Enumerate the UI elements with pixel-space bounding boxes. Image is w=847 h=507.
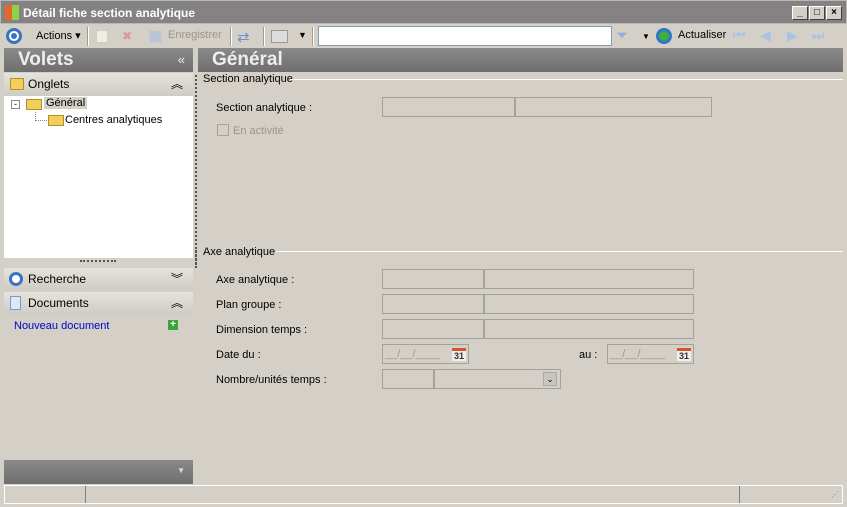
collapse-documents-icon[interactable]: ︽ <box>171 292 183 314</box>
folder-icon <box>10 78 24 90</box>
resize-grip-icon[interactable]: ⋰ <box>831 490 839 499</box>
dimension-code-field[interactable] <box>382 319 484 339</box>
onglets-header[interactable]: Onglets ︽ <box>4 73 193 96</box>
recherche-header[interactable]: Recherche ︾ <box>4 268 193 291</box>
main-title: Général <box>212 49 283 70</box>
status-cell <box>5 486 86 503</box>
print-dropdown-icon[interactable]: ▼ <box>298 30 307 40</box>
axe-code-field[interactable] <box>382 269 484 289</box>
tabs-tree: - Général Centres analytiques <box>4 96 193 258</box>
new-document-link[interactable]: Nouveau document <box>14 320 109 332</box>
tree-collapse-icon[interactable]: - <box>11 100 20 109</box>
filter-dropdown-icon[interactable]: ▼ <box>642 32 650 41</box>
panel-footer: ▼ <box>4 460 193 484</box>
search-target-icon <box>9 272 23 286</box>
new-icon[interactable] <box>96 30 108 43</box>
chevron-down-icon[interactable]: ⌄ <box>543 372 557 386</box>
expand-recherche-icon[interactable]: ︾ <box>171 268 183 290</box>
plan-code-field[interactable] <box>382 294 484 314</box>
section-code-field[interactable] <box>382 97 515 117</box>
calendar-icon[interactable]: 31 <box>452 348 466 361</box>
axe-name-field[interactable] <box>484 269 694 289</box>
close-button[interactable]: × <box>826 6 842 20</box>
axe-analytique-group-title: Axe analytique <box>203 246 276 258</box>
axe-analytique-label: Axe analytique : <box>216 274 295 286</box>
units-select[interactable]: ⌄ <box>434 369 561 389</box>
toolbar: Actions ▾ ✖ Enregistrer ⇄ ▼ ⏷ ▼ Actualis… <box>0 24 847 48</box>
actions-label: Actions <box>36 30 73 42</box>
dimension-name-field[interactable] <box>484 319 694 339</box>
sync-icon[interactable]: ⇄ <box>237 28 250 46</box>
tree-item-general[interactable]: Général <box>44 97 88 109</box>
splitter-handle[interactable] <box>80 260 116 263</box>
refresh-icon[interactable] <box>656 28 672 44</box>
date-du-label: Date du : <box>216 349 261 361</box>
vertical-splitter[interactable] <box>195 75 197 265</box>
main-header: Général <box>198 48 843 72</box>
onglets-label: Onglets <box>28 77 70 91</box>
section-name-field[interactable] <box>515 97 712 117</box>
divider <box>276 251 843 252</box>
minimize-button[interactable]: _ <box>792 6 808 20</box>
collapse-panel-button[interactable]: « <box>178 48 185 72</box>
recherche-label: Recherche <box>28 272 87 286</box>
divider <box>290 79 843 80</box>
footer-dropdown-icon[interactable]: ▼ <box>177 466 185 475</box>
print-icon[interactable] <box>271 30 288 43</box>
volets-header: Volets « <box>4 48 193 72</box>
title-bar: Détail fiche section analytique _ □ × <box>0 0 847 24</box>
plan-name-field[interactable] <box>484 294 694 314</box>
app-icon <box>5 5 19 20</box>
last-record-icon[interactable]: ⏭ <box>812 27 825 44</box>
separator <box>87 27 89 46</box>
tree-connector <box>35 112 47 121</box>
separator <box>230 27 232 46</box>
document-icon <box>10 296 21 310</box>
search-input[interactable] <box>318 26 612 46</box>
date-from-mask: __/__/____ <box>385 348 441 360</box>
filter-icon[interactable]: ⏷ <box>616 27 628 44</box>
status-bar: ⋰ <box>4 485 843 504</box>
previous-record-icon[interactable]: ◀ <box>760 27 771 44</box>
date-to-mask: __/__/____ <box>610 348 666 360</box>
section-analytique-label: Section analytique : <box>216 102 313 114</box>
delete-icon[interactable]: ✖ <box>122 29 132 43</box>
date-au-label: au : <box>579 349 598 361</box>
en-activite-checkbox[interactable] <box>217 124 229 136</box>
next-record-icon[interactable]: ▶ <box>787 27 798 44</box>
status-cell <box>87 486 740 503</box>
collapse-onglets-icon[interactable]: ︽ <box>171 73 183 95</box>
add-document-icon[interactable]: + <box>168 320 178 330</box>
documents-label: Documents <box>28 296 89 310</box>
splitter-tail <box>195 250 197 268</box>
calendar-icon[interactable]: 31 <box>677 348 691 361</box>
en-activite-label: En activité <box>233 125 284 137</box>
tree-item-centres-analytiques[interactable]: Centres analytiques <box>65 114 162 126</box>
plan-groupe-label: Plan groupe : <box>216 299 282 311</box>
open-folder-icon <box>26 99 42 110</box>
documents-header[interactable]: Documents ︽ <box>4 292 193 315</box>
first-record-icon[interactable]: ⏮ <box>733 27 746 44</box>
folder-icon <box>48 115 64 126</box>
section-analytique-group-title: Section analytique <box>203 73 293 85</box>
date-to-field[interactable]: __/__/____ 31 <box>607 344 694 364</box>
units-number-field[interactable] <box>382 369 434 389</box>
actions-menu[interactable]: Actions ▾ <box>36 29 81 42</box>
volets-title: Volets <box>18 49 74 70</box>
window-title: Détail fiche section analytique <box>23 6 196 20</box>
separator <box>263 27 265 46</box>
date-from-field[interactable]: __/__/____ 31 <box>382 344 469 364</box>
target-icon[interactable] <box>6 28 22 44</box>
separator <box>312 27 314 46</box>
maximize-button[interactable]: □ <box>809 6 825 20</box>
nombre-unites-label: Nombre/unités temps : <box>216 374 327 386</box>
save-button[interactable]: Enregistrer <box>168 29 222 41</box>
refresh-button[interactable]: Actualiser <box>678 29 726 41</box>
save-icon[interactable] <box>149 30 162 43</box>
dimension-temps-label: Dimension temps : <box>216 324 308 336</box>
